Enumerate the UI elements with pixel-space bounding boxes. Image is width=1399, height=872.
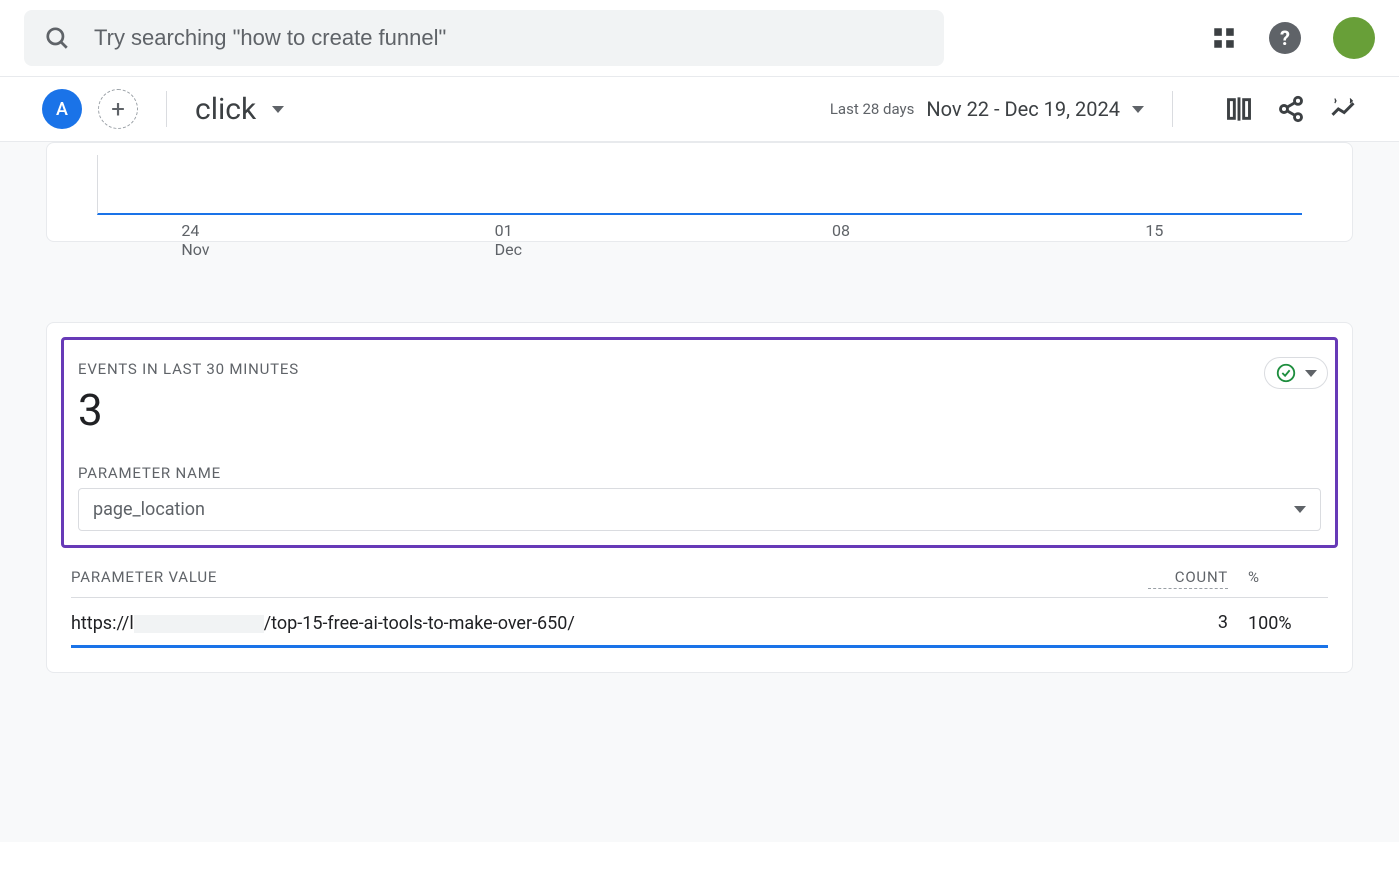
header-pct: % bbox=[1228, 568, 1328, 589]
x-tick: 24 Nov bbox=[181, 221, 209, 259]
date-range-picker[interactable]: Last 28 days Nov 22 - Dec 19, 2024 bbox=[830, 97, 1144, 121]
events-card: EVENTS IN LAST 30 MINUTES 3 PARAMETER NA… bbox=[46, 322, 1353, 673]
search-icon bbox=[44, 25, 70, 51]
highlight-box: EVENTS IN LAST 30 MINUTES 3 PARAMETER NA… bbox=[61, 337, 1338, 548]
content-area: 24 Nov 01 Dec 08 15 EVENTS IN LAST 30 MI… bbox=[0, 142, 1399, 842]
add-segment-button[interactable]: + bbox=[98, 89, 138, 129]
events-count: 3 bbox=[78, 384, 1321, 436]
param-table: PARAMETER VALUE COUNT % https://l/top-15… bbox=[71, 560, 1328, 648]
cell-pct: 100% bbox=[1228, 613, 1328, 634]
table-row[interactable]: https://l/top-15-free-ai-tools-to-make-o… bbox=[71, 598, 1328, 648]
topbar-actions: ? bbox=[1211, 17, 1375, 59]
status-chip[interactable] bbox=[1264, 357, 1328, 389]
search-input[interactable] bbox=[94, 25, 924, 51]
table-header: PARAMETER VALUE COUNT % bbox=[71, 560, 1328, 598]
param-selected-value: page_location bbox=[93, 499, 205, 520]
top-bar: ? bbox=[0, 0, 1399, 77]
x-tick: 01 Dec bbox=[495, 221, 522, 259]
cell-count: 3 bbox=[1148, 612, 1228, 635]
x-tick: 15 bbox=[1145, 221, 1163, 240]
param-select[interactable]: page_location bbox=[78, 488, 1321, 531]
share-icon[interactable] bbox=[1277, 95, 1305, 123]
redacted bbox=[134, 615, 264, 633]
date-range-value: Nov 22 - Dec 19, 2024 bbox=[926, 97, 1120, 121]
chart-area[interactable] bbox=[97, 155, 1302, 215]
avatar[interactable] bbox=[1333, 17, 1375, 59]
help-icon[interactable]: ? bbox=[1269, 22, 1301, 54]
chevron-down-icon bbox=[1305, 370, 1317, 377]
insights-icon[interactable] bbox=[1329, 95, 1357, 123]
header-count[interactable]: COUNT bbox=[1148, 568, 1228, 589]
chevron-down-icon bbox=[1132, 106, 1144, 113]
chevron-down-icon bbox=[272, 106, 284, 113]
toolbar: A + click Last 28 days Nov 22 - Dec 19, … bbox=[0, 77, 1399, 142]
event-name: click bbox=[195, 92, 256, 127]
segment-chip[interactable]: A bbox=[42, 89, 82, 129]
param-name-label: PARAMETER NAME bbox=[78, 464, 1321, 482]
header-value: PARAMETER VALUE bbox=[71, 568, 1148, 589]
date-range-label: Last 28 days bbox=[830, 100, 915, 118]
check-circle-icon bbox=[1275, 362, 1297, 384]
divider bbox=[1172, 91, 1173, 127]
search-box[interactable] bbox=[24, 10, 944, 66]
compare-icon[interactable] bbox=[1225, 95, 1253, 123]
x-tick: 08 bbox=[832, 221, 850, 240]
chart-card: 24 Nov 01 Dec 08 15 bbox=[46, 142, 1353, 242]
divider bbox=[166, 91, 167, 127]
chevron-down-icon bbox=[1294, 506, 1306, 513]
apps-icon[interactable] bbox=[1211, 25, 1237, 51]
events-title: EVENTS IN LAST 30 MINUTES bbox=[78, 360, 1321, 378]
event-select[interactable]: click bbox=[195, 92, 284, 127]
cell-value: https://l/top-15-free-ai-tools-to-make-o… bbox=[71, 613, 1148, 634]
